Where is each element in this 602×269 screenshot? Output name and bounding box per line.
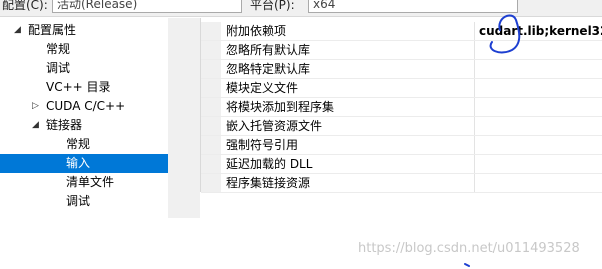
property-row[interactable]: 模块定义文件 xyxy=(201,79,602,98)
property-row[interactable]: 强制符号引用 xyxy=(201,136,602,155)
column-separator xyxy=(474,136,475,154)
property-row[interactable]: 忽略特定默认库 xyxy=(201,60,602,79)
row-gutter xyxy=(201,41,221,59)
config-combobox[interactable]: 活动(Release) xyxy=(52,0,242,13)
property-value[interactable]: cudart.lib;kernel32.li xyxy=(479,22,602,40)
column-separator xyxy=(474,98,475,116)
tree-item-label: 输入 xyxy=(66,156,91,170)
tree-item[interactable]: VC++ 目录 xyxy=(0,78,168,97)
expand-arrow-icon[interactable]: ▷ xyxy=(32,97,39,116)
tree-item-label: 链接器 xyxy=(46,118,83,132)
collapse-arrow-icon[interactable]: ◢ xyxy=(32,116,39,135)
column-separator xyxy=(474,60,475,78)
property-name: 附加依赖项 xyxy=(226,24,287,38)
tree-item-label: 清单文件 xyxy=(66,175,115,189)
tree-item[interactable]: ◢ 链接器 xyxy=(0,116,168,135)
row-gutter xyxy=(201,98,221,116)
tree-item[interactable]: 常规 xyxy=(0,40,168,59)
property-row[interactable]: 将模块添加到程序集 xyxy=(201,98,602,117)
column-separator xyxy=(474,155,475,173)
tree-item[interactable]: 调试 xyxy=(0,59,168,78)
property-name: 强制符号引用 xyxy=(226,138,299,152)
config-label: 配置(C): xyxy=(2,0,48,12)
property-name: 嵌入托管资源文件 xyxy=(226,119,323,133)
column-separator xyxy=(474,22,475,40)
column-separator xyxy=(474,41,475,59)
tree-item-label: 常规 xyxy=(66,137,91,151)
property-row[interactable]: 程序集链接资源 xyxy=(201,174,602,193)
tree-item[interactable]: 常规 xyxy=(0,135,168,154)
tree-item-label: 配置属性 xyxy=(28,23,77,37)
row-gutter xyxy=(201,117,221,135)
column-separator xyxy=(474,117,475,135)
property-row[interactable]: 附加依赖项 cudart.lib;kernel32.li xyxy=(201,22,602,41)
property-name: 模块定义文件 xyxy=(226,81,299,95)
tree-item[interactable]: ◢ 配置属性 xyxy=(0,21,168,40)
pane-divider[interactable] xyxy=(185,18,200,218)
tree-item-label: VC++ 目录 xyxy=(46,80,111,94)
collapse-arrow-icon[interactable]: ◢ xyxy=(14,21,21,40)
platform-combobox[interactable]: x64 xyxy=(308,0,518,13)
column-separator xyxy=(474,79,475,97)
row-gutter xyxy=(201,79,221,97)
row-gutter xyxy=(201,155,221,173)
tree-item-label: CUDA C/C++ xyxy=(46,99,126,113)
tree-item[interactable]: 清单文件 xyxy=(0,173,168,192)
tree-item[interactable]: ▷ CUDA C/C++ xyxy=(0,97,168,116)
row-gutter xyxy=(201,174,221,192)
property-name: 程序集链接资源 xyxy=(226,176,311,190)
property-grid: 附加依赖项 cudart.lib;kernel32.li 忽略所有默认库忽略特定默认… xyxy=(200,18,602,193)
configuration-toolbar: 配置(C): 活动(Release) 平台(P): x64 xyxy=(0,0,602,17)
property-name: 延迟加载的 DLL xyxy=(226,157,313,171)
property-name: 忽略特定默认库 xyxy=(226,62,311,76)
tree-item-label: 调试 xyxy=(66,194,91,208)
tree-item-label: 常规 xyxy=(46,42,71,56)
watermark-text: https://blog.csdn.net/u011493528 xyxy=(358,241,580,256)
tree-item-label: 调试 xyxy=(46,61,71,75)
tree-item[interactable]: 调试 xyxy=(0,192,168,211)
tree-scrollbar[interactable] xyxy=(168,18,185,218)
row-gutter xyxy=(201,136,221,154)
property-row[interactable]: 嵌入托管资源文件 xyxy=(201,117,602,136)
property-row[interactable]: 延迟加载的 DLL xyxy=(201,155,602,174)
platform-label: 平台(P): xyxy=(250,0,295,12)
property-tree: ◢ 配置属性 常规 调试 VC++ 目录 ▷ CUDA C/C++ ◢ 链接器 常规 输入 清单文件调… xyxy=(0,18,185,218)
property-name: 将模块添加到程序集 xyxy=(226,100,335,114)
tree-item[interactable]: 输入 xyxy=(0,154,168,173)
row-gutter xyxy=(201,22,221,40)
row-gutter xyxy=(201,60,221,78)
property-name: 忽略所有默认库 xyxy=(226,43,311,57)
property-row[interactable]: 忽略所有默认库 xyxy=(201,41,602,60)
column-separator xyxy=(474,174,475,192)
